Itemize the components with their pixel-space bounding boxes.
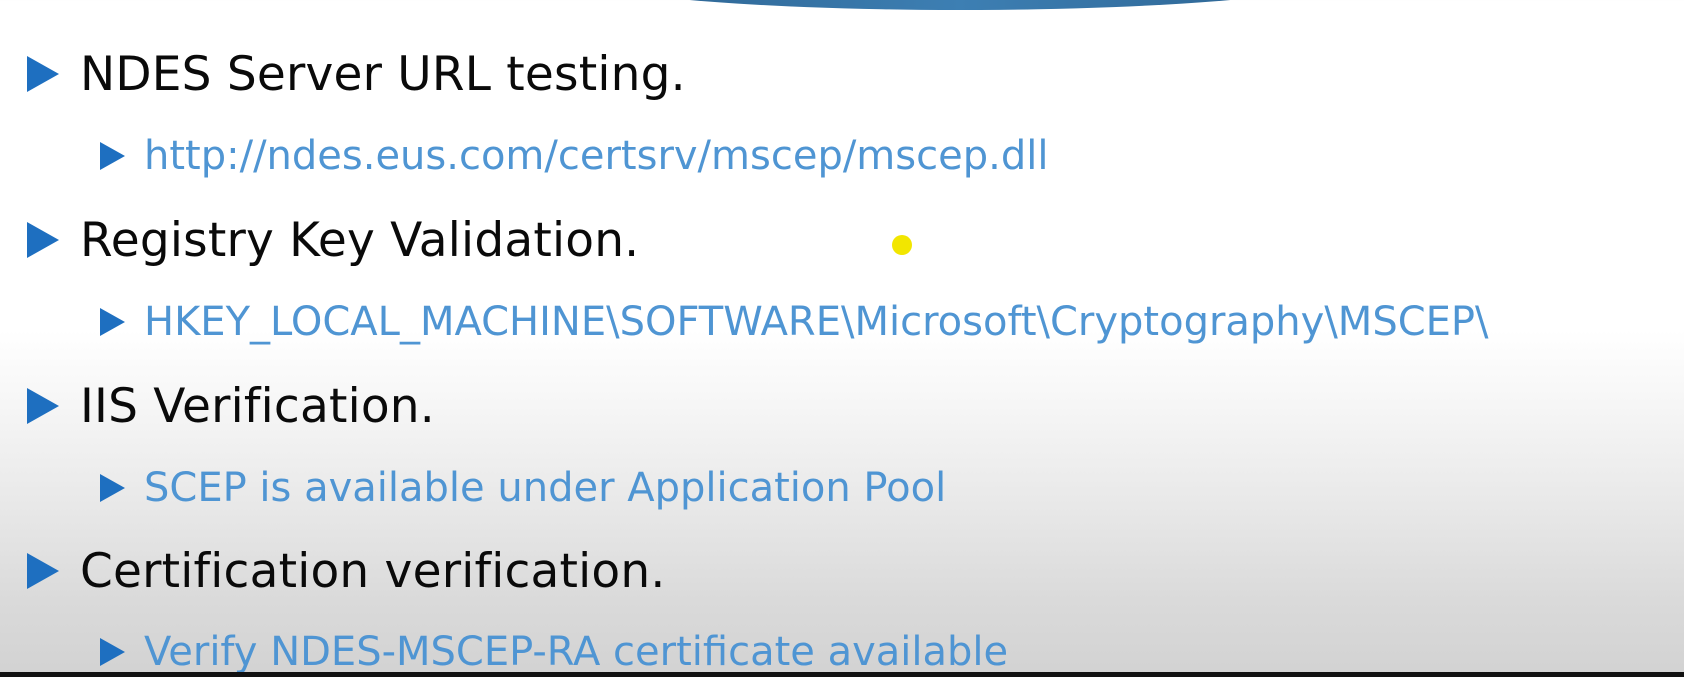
triangle-bullet-icon: [100, 474, 125, 502]
sub-bullet-item-registry-key: HKEY_LOCAL_MACHINE\SOFTWARE\Microsoft\Cr…: [100, 296, 1489, 348]
sub-bullet-text: Verify NDES-MSCEP-RA certificate availab…: [144, 629, 1009, 675]
triangle-bullet-icon: [27, 56, 59, 92]
bullet-text: Certification verification.: [80, 543, 666, 599]
sub-bullet-item-ndes-url: http://ndes.eus.com/certsrv/mscep/mscep.…: [100, 130, 1048, 182]
sub-bullet-item-iis-verification: SCEP is available under Application Pool: [100, 462, 946, 514]
triangle-bullet-icon: [27, 388, 59, 424]
sub-bullet-text: HKEY_LOCAL_MACHINE\SOFTWARE\Microsoft\Cr…: [144, 299, 1489, 345]
bullet-text: Registry Key Validation.: [80, 212, 640, 268]
bullet-text: IIS Verification.: [80, 378, 435, 434]
slide-content: NDES Server URL testing. http://ndes.eus…: [0, 0, 1684, 677]
laser-pointer-dot: [892, 235, 912, 255]
triangle-bullet-icon: [100, 142, 125, 170]
triangle-bullet-icon: [100, 308, 125, 336]
triangle-bullet-icon: [27, 222, 59, 258]
bullet-item-ndes-url: NDES Server URL testing.: [27, 44, 686, 104]
bullet-item-iis-verification: IIS Verification.: [27, 376, 435, 436]
triangle-bullet-icon: [100, 638, 125, 666]
sub-bullet-item-certification-verification: Verify NDES-MSCEP-RA certificate availab…: [100, 626, 1008, 678]
bullet-item-registry-key: Registry Key Validation.: [27, 210, 639, 270]
bottom-edge-bar: [0, 672, 1684, 677]
bullet-text: NDES Server URL testing.: [80, 46, 686, 102]
sub-bullet-text: http://ndes.eus.com/certsrv/mscep/mscep.…: [144, 133, 1049, 179]
triangle-bullet-icon: [27, 553, 59, 589]
bullet-item-certification-verification: Certification verification.: [27, 541, 666, 601]
sub-bullet-text: SCEP is available under Application Pool: [144, 465, 947, 511]
